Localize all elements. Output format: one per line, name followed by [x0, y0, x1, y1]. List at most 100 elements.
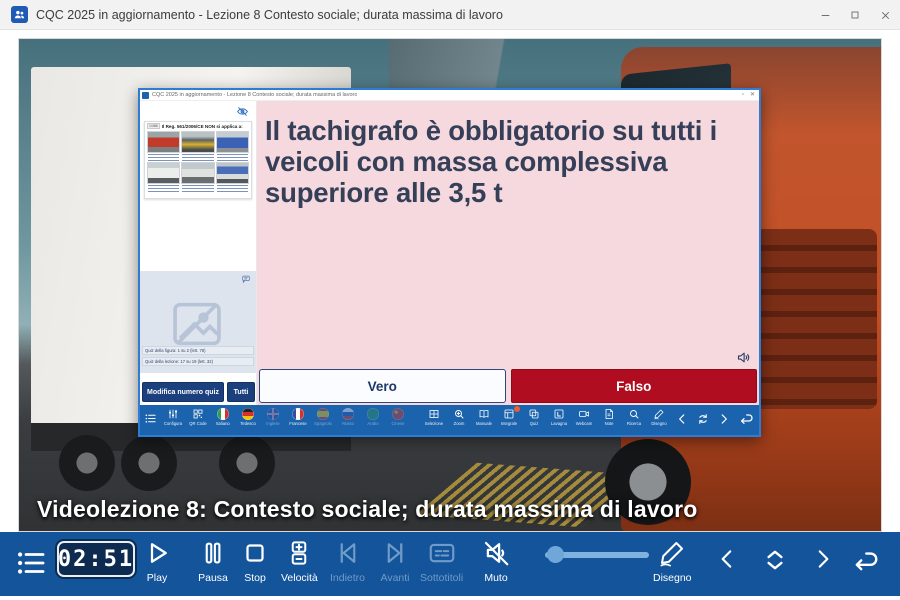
- quiz-dialog: CQC 2025 in aggiornamento - Lezione 8 Co…: [138, 88, 761, 437]
- comment-icon[interactable]: [241, 274, 251, 284]
- vehicle-thumbnail: [216, 131, 249, 161]
- chevron-left-icon: [675, 412, 689, 426]
- configura-button[interactable]: Configura: [164, 408, 182, 426]
- lang-russo-button[interactable]: Russo: [339, 408, 357, 426]
- lang-spagnolo-button[interactable]: Spagnolo: [314, 408, 332, 426]
- video-wheel: [219, 435, 275, 491]
- zoom-button[interactable]: Zoom: [450, 408, 468, 426]
- pause-icon: [198, 538, 228, 568]
- lang-arabo-button[interactable]: Arabo: [364, 408, 382, 426]
- return-arrow-icon: [738, 411, 754, 427]
- lang-inglese-button[interactable]: Inglese: [264, 408, 282, 426]
- falso-button[interactable]: Falso: [511, 369, 758, 403]
- flag-russo-icon: [342, 408, 354, 420]
- grid-icon: [428, 408, 440, 420]
- nav-forward-button[interactable]: [810, 546, 836, 572]
- video-wheel: [59, 435, 115, 491]
- subtitles-icon: [427, 538, 457, 568]
- nav-back-button[interactable]: [714, 546, 740, 572]
- webcam-icon: [578, 408, 590, 420]
- maximize-button[interactable]: [840, 0, 870, 30]
- vehicle-thumbnail: [147, 162, 180, 192]
- close-button[interactable]: [870, 0, 900, 30]
- lang-tedesco-button[interactable]: Tedesco: [239, 408, 257, 426]
- vehicle-thumbnail: [216, 162, 249, 192]
- volume-slider[interactable]: [545, 552, 649, 558]
- qr-code-button[interactable]: QR Code: [189, 408, 207, 426]
- chevron-right-icon: [717, 412, 731, 426]
- selezione-button[interactable]: Selezione: [425, 408, 443, 426]
- flag-francese-icon: [292, 408, 304, 420]
- whiteboard-icon: [553, 408, 565, 420]
- time-display: 02:51: [57, 541, 135, 577]
- modifica-numero-quiz-button[interactable]: Modifica numero quiz: [142, 382, 224, 402]
- vehicle-thumbnail: [147, 131, 180, 161]
- flag-arabo-icon: [367, 408, 379, 420]
- dialog-app-icon: [142, 92, 149, 99]
- quiz-preview-card[interactable]: 1/486 Il Reg. 561/2006/CE NON si applica…: [144, 121, 252, 199]
- previous-button[interactable]: Indietro: [330, 538, 365, 584]
- chevron-left-icon: [714, 546, 740, 572]
- dialog-maximize-icon[interactable]: ▫: [742, 92, 744, 98]
- playlist-button[interactable]: [14, 546, 48, 580]
- dialog-close-icon[interactable]: ✕: [750, 92, 755, 98]
- exit-return-button[interactable]: [850, 546, 880, 576]
- speaker-icon[interactable]: [736, 350, 751, 365]
- quiz-number-badge: 1/486: [147, 123, 160, 129]
- note-icon: [603, 408, 615, 420]
- mute-button[interactable]: Muto: [481, 538, 511, 584]
- zoom-in-icon: [453, 408, 465, 420]
- flag-spagnolo-icon: [317, 408, 329, 420]
- quiz-list-icon[interactable]: [144, 412, 157, 425]
- quiz-button[interactable]: Quiz: [525, 408, 543, 426]
- ricerca-button[interactable]: Ricerca: [625, 408, 643, 426]
- subtitles-button[interactable]: Sottotitoli: [420, 538, 463, 584]
- flag-inglese-icon: [267, 408, 279, 420]
- flag-italiano-icon: [217, 408, 229, 420]
- vero-button[interactable]: Vero: [259, 369, 506, 403]
- prev-slide-button[interactable]: [675, 412, 689, 426]
- play-button[interactable]: Play: [142, 538, 172, 584]
- minimize-button[interactable]: [810, 0, 840, 30]
- draw-button[interactable]: Disegno: [653, 538, 692, 584]
- flag-cinese-icon: [392, 408, 404, 420]
- nav-updown-button[interactable]: [761, 546, 789, 574]
- next-slide-button[interactable]: [717, 412, 731, 426]
- speed-button[interactable]: Velocità: [281, 538, 318, 584]
- manuale-button[interactable]: Manuale: [475, 408, 493, 426]
- lavagna-button[interactable]: Lavagna: [550, 408, 568, 426]
- tutti-button[interactable]: Tutti: [227, 382, 255, 402]
- window-title: CQC 2025 in aggiornamento - Lezione 8 Co…: [36, 8, 503, 22]
- eye-off-icon[interactable]: [236, 105, 249, 118]
- play-icon: [142, 538, 172, 568]
- note-button[interactable]: Note: [600, 408, 618, 426]
- refresh-button[interactable]: [696, 412, 710, 426]
- video-wheel: [121, 435, 177, 491]
- search-icon: [628, 408, 640, 420]
- return-button[interactable]: [738, 411, 754, 427]
- video-caption: Videolezione 8: Contesto sociale; durata…: [37, 496, 697, 523]
- vehicle-thumbnail: [181, 131, 214, 161]
- lang-italiano-button[interactable]: Italiano: [214, 408, 232, 426]
- lang-francese-button[interactable]: Francese: [289, 408, 307, 426]
- stop-button[interactable]: Stop: [240, 538, 270, 584]
- pause-button[interactable]: Pausa: [198, 538, 228, 584]
- disegno-button[interactable]: Disegno: [650, 408, 668, 426]
- dialog-window-controls[interactable]: ▫✕: [742, 92, 759, 98]
- dialog-titlebar[interactable]: CQC 2025 in aggiornamento - Lezione 8 Co…: [140, 90, 759, 101]
- next-button[interactable]: Avanti: [380, 538, 410, 584]
- lang-cinese-button[interactable]: Cinese: [389, 408, 407, 426]
- app-window: CQC 2025 in aggiornamento - Lezione 8 Co…: [0, 0, 900, 600]
- dialog-question-panel: Il tachigrafo è obbligatorio su tutti i …: [257, 101, 759, 405]
- webcam-button[interactable]: Webcam: [575, 408, 593, 426]
- integrale-button[interactable]: Integrale: [500, 408, 518, 426]
- copy-icon: [528, 408, 540, 420]
- notification-dot: [514, 406, 520, 412]
- volume-slider-handle[interactable]: [547, 546, 564, 563]
- mute-icon: [481, 538, 511, 568]
- vehicle-thumbnail: [181, 162, 214, 192]
- dialog-left-panel: 1/486 Il Reg. 561/2006/CE NON si applica…: [140, 101, 257, 405]
- chevrons-updown-icon: [761, 546, 789, 574]
- quiz-figure-stat: Quiz della figura: 1 su 2 (lett. 78): [142, 346, 254, 355]
- pen-icon: [653, 408, 665, 420]
